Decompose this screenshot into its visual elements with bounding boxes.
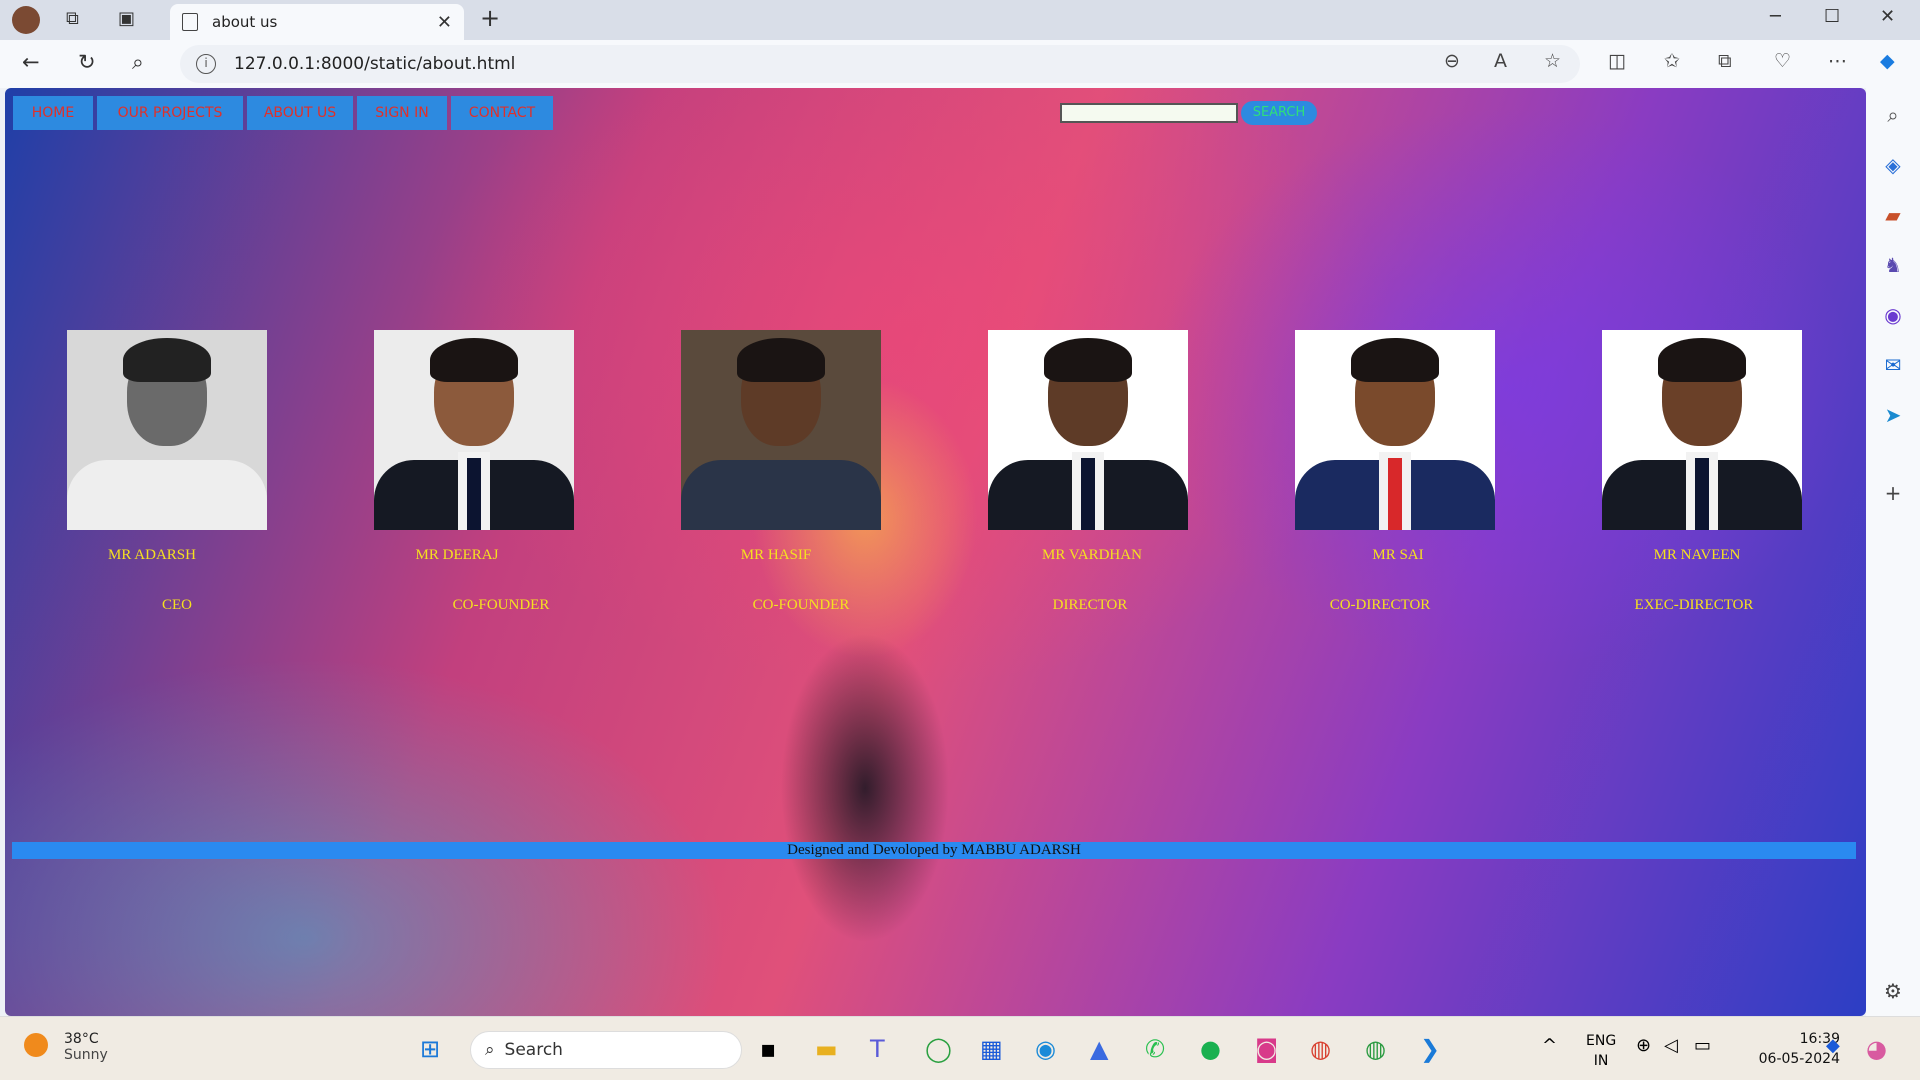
send-icon[interactable]: ➤: [1880, 402, 1906, 428]
team-name-3: MR HASIF: [740, 547, 812, 563]
team-role-2: CO-FOUNDER: [452, 597, 550, 613]
app-arrow-icon[interactable]: ▲: [1090, 1035, 1108, 1063]
spotify-icon[interactable]: ●: [1200, 1035, 1221, 1063]
teams-icon[interactable]: T: [870, 1035, 885, 1063]
outlook-icon[interactable]: ✉: [1880, 352, 1906, 378]
team-photo-vardhan: [988, 330, 1188, 530]
chrome-icon[interactable]: ◍: [1310, 1035, 1331, 1063]
language-indicator[interactable]: ENG IN: [1586, 1031, 1616, 1071]
address-bar[interactable]: i 127.0.0.1:8000/static/about.html: [180, 45, 1580, 83]
close-tab-icon[interactable]: ✕: [437, 12, 452, 33]
sidebar-search-icon[interactable]: ⌕: [1880, 102, 1906, 128]
weather-desc: Sunny: [64, 1047, 108, 1063]
read-aloud-icon[interactable]: A: [1494, 50, 1507, 72]
zoom-icon[interactable]: ⊖: [1444, 50, 1460, 72]
shopping-tag-icon[interactable]: ◈: [1880, 152, 1906, 178]
add-sidebar-icon[interactable]: +: [1880, 480, 1906, 506]
maximize-button[interactable]: ☐: [1824, 6, 1840, 27]
tab-strip: ⧉ ▣ about us ✕ + ─ ☐ ✕: [0, 0, 1920, 40]
team-role-1: CEO: [162, 597, 192, 613]
tab-about-us[interactable]: about us ✕: [170, 4, 464, 40]
instagram-icon[interactable]: ◙: [1255, 1035, 1278, 1063]
collections-icon[interactable]: ⧉: [1718, 50, 1732, 72]
page-viewport: HOME OUR PROJECTS ABOUT US SIGN IN CONTA…: [5, 88, 1866, 1016]
settings-gear-icon[interactable]: ⚙: [1880, 978, 1906, 1004]
chrome-profile-icon[interactable]: ◍: [1365, 1035, 1386, 1063]
menu-sign-in[interactable]: SIGN IN: [357, 96, 447, 130]
team-photo-sai: [1295, 330, 1495, 530]
volume-icon[interactable]: ◁: [1664, 1035, 1678, 1056]
page-icon: [182, 13, 198, 31]
battery-icon[interactable]: ▭: [1694, 1035, 1711, 1056]
taskbar-search-icon: ⌕: [485, 1040, 495, 1060]
file-explorer-icon[interactable]: ▬: [815, 1035, 838, 1063]
region-label: IN: [1593, 1053, 1609, 1069]
team-name-2: MR DEERAJ: [415, 547, 499, 563]
team-name-6: MR NAVEEN: [1653, 547, 1741, 563]
team-photo-hasif: [681, 330, 881, 530]
site-info-icon[interactable]: i: [196, 54, 216, 74]
workspaces-icon[interactable]: ⧉: [66, 8, 79, 29]
tools-icon[interactable]: ▰: [1880, 202, 1906, 228]
minimize-button[interactable]: ─: [1770, 6, 1781, 27]
team-name-4: MR VARDHAN: [1042, 547, 1142, 563]
page-footer: Designed and Devoloped by MABBU ADARSH: [12, 842, 1856, 859]
search-input[interactable]: [1060, 103, 1238, 123]
back-icon[interactable]: ←: [22, 50, 40, 74]
team-name-1: MR ADARSH: [108, 547, 196, 563]
tab-actions-icon[interactable]: ▣: [118, 8, 135, 29]
copilot-icon[interactable]: ◆: [1880, 50, 1895, 72]
store-icon[interactable]: ▦: [980, 1035, 1003, 1063]
sun-icon: [24, 1033, 48, 1057]
split-screen-icon[interactable]: ◫: [1608, 50, 1626, 72]
favorite-star-icon[interactable]: ☆: [1544, 50, 1561, 72]
team-photo-adarsh: [67, 330, 267, 530]
browser-toolbar: ← ↻ ⌕ i 127.0.0.1:8000/static/about.html…: [0, 40, 1920, 88]
search-button[interactable]: SEARCH: [1241, 101, 1317, 125]
office-icon[interactable]: ◉: [1880, 302, 1906, 328]
taskbar-search-label: Search: [504, 1040, 563, 1060]
team-role-4: DIRECTOR: [1052, 597, 1128, 613]
notification-bell-icon[interactable]: ◆: [1826, 1035, 1840, 1056]
team-role-3: CO-FOUNDER: [752, 597, 850, 613]
weather-widget[interactable]: 38°C Sunny: [24, 1031, 108, 1063]
taskbar: 38°C Sunny ⊞ ⌕ Search ▪ ▬ T ◯ ▦ ◉ ▲ ✆ ● …: [0, 1016, 1920, 1080]
tray-chevron-icon[interactable]: ^: [1542, 1035, 1557, 1056]
close-window-button[interactable]: ✕: [1880, 6, 1895, 27]
menu-our-projects[interactable]: OUR PROJECTS: [97, 96, 243, 130]
network-icon[interactable]: ⊕: [1636, 1035, 1651, 1056]
copilot-taskbar-icon[interactable]: ◕: [1866, 1035, 1887, 1063]
taskbar-search[interactable]: ⌕ Search: [470, 1031, 742, 1069]
task-view-icon[interactable]: ▪: [760, 1035, 776, 1063]
menu-home[interactable]: HOME: [13, 96, 93, 130]
refresh-icon[interactable]: ↻: [78, 50, 96, 74]
team-photo-deeraj: [374, 330, 574, 530]
lang-label: ENG: [1586, 1033, 1617, 1049]
health-icon[interactable]: ♡: [1774, 50, 1791, 72]
team-role-5: CO-DIRECTOR: [1329, 597, 1431, 613]
vscode-icon[interactable]: ❯: [1420, 1035, 1440, 1063]
app-ring-icon[interactable]: ◯: [925, 1035, 952, 1063]
menu-contact[interactable]: CONTACT: [451, 96, 553, 130]
team-role-6: EXEC-DIRECTOR: [1634, 597, 1754, 613]
profile-avatar[interactable]: [12, 6, 40, 34]
tab-title: about us: [212, 13, 278, 31]
url-text[interactable]: 127.0.0.1:8000/static/about.html: [234, 54, 515, 74]
team-photo-naveen: [1602, 330, 1802, 530]
weather-temp: 38°C: [64, 1031, 99, 1047]
team-name-5: MR SAI: [1372, 547, 1424, 563]
favorites-icon[interactable]: ✩: [1664, 50, 1680, 72]
more-icon[interactable]: ⋯: [1828, 50, 1847, 72]
new-tab-button[interactable]: +: [480, 4, 500, 32]
search-icon[interactable]: ⌕: [132, 50, 144, 75]
menu-about-us[interactable]: ABOUT US: [247, 96, 353, 130]
whatsapp-icon[interactable]: ✆: [1145, 1035, 1165, 1063]
windows-start-icon[interactable]: ⊞: [420, 1035, 440, 1063]
games-icon[interactable]: ♞: [1880, 252, 1906, 278]
edge-sidebar: ⌕ ◈ ▰ ♞ ◉ ✉ ➤ + ⚙: [1866, 88, 1920, 1016]
edge-icon[interactable]: ◉: [1035, 1035, 1056, 1063]
